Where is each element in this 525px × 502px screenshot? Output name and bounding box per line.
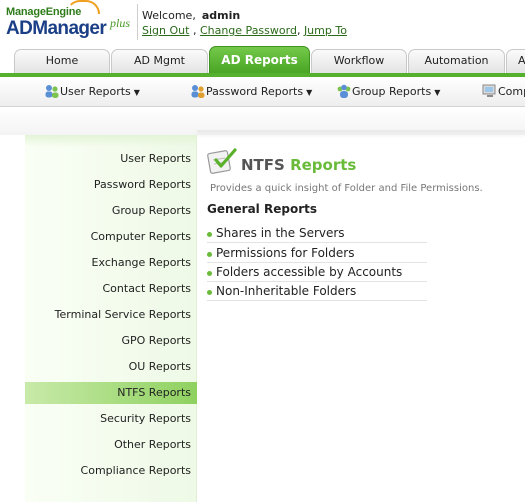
menu-item-password-reports[interactable]: Password Reports [25, 174, 191, 196]
report-check-icon [207, 148, 237, 174]
report-category-bar: User Reports ▼ Password Reports ▼ Group Re… [0, 77, 525, 107]
username: admin [201, 9, 241, 22]
bullet-icon [207, 271, 212, 276]
users-icon [45, 85, 59, 98]
header-links: Sign Out , Change Password, Jump To [142, 24, 347, 37]
menu-top-shade [25, 135, 197, 147]
report-link-folders-accessible-by-accounts[interactable]: Folders accessible by Accounts [207, 263, 427, 282]
tab-workflow[interactable]: Workflow [311, 49, 407, 73]
tab-home[interactable]: Home [14, 49, 110, 73]
bullet-icon [207, 232, 212, 237]
menu-item-ntfs-reports[interactable]: NTFS Reports [25, 382, 197, 404]
logo-product: ADManager [6, 18, 107, 39]
menu-item-group-reports[interactable]: Group Reports [25, 200, 191, 222]
menu-item-security-reports[interactable]: Security Reports [25, 408, 191, 430]
sign-out-link[interactable]: Sign Out [142, 24, 189, 37]
change-password-link[interactable]: Change Password [200, 24, 297, 37]
main-tab-bar: Home AD Mgmt AD Reports Workflow Automat… [0, 46, 525, 73]
logo-edition: plus [110, 16, 131, 30]
link-separator: , [296, 24, 301, 37]
admanager-page: ManageEngine ADManager plus Welcome, admi… [0, 0, 525, 502]
subnav-label: User Reports [60, 85, 131, 98]
menu-item-ou-reports[interactable]: OU Reports [25, 356, 191, 378]
link-separator: , [192, 24, 197, 37]
jump-to-link[interactable]: Jump To [304, 24, 347, 37]
page-title: NTFS Reports [241, 156, 356, 174]
content-top-shade [197, 130, 525, 138]
menu-item-compliance-reports[interactable]: Compliance Reports [25, 460, 191, 482]
page-title-suffix: Reports [290, 156, 357, 174]
menu-item-user-reports[interactable]: User Reports [25, 148, 191, 170]
group-icon [337, 84, 351, 98]
welcome-label: Welcome, [142, 9, 196, 22]
menu-item-terminal-service-reports[interactable]: Terminal Service Reports [25, 304, 191, 326]
report-link-label: Non-Inheritable Folders [216, 284, 357, 298]
report-link-non-inheritable-folders[interactable]: Non-Inheritable Folders [207, 282, 427, 301]
tab-ad-mgmt[interactable]: AD Mgmt [111, 49, 208, 73]
report-link-label: Permissions for Folders [216, 246, 355, 260]
page-subtitle: Provides a quick insight of Folder and F… [210, 183, 483, 194]
header-divider [137, 4, 138, 40]
menu-item-exchange-reports[interactable]: Exchange Reports [25, 252, 191, 274]
report-link-shares-in-servers[interactable]: Shares in the Servers [207, 224, 427, 243]
bullet-icon [207, 252, 212, 257]
tab-automation[interactable]: Automation [408, 49, 505, 73]
tab-overflow[interactable]: A [506, 49, 525, 73]
chevron-down-icon: ▼ [434, 88, 441, 97]
menu-item-other-reports[interactable]: Other Reports [25, 434, 191, 456]
subnav-label: Group Reports [352, 85, 432, 98]
report-link-label: Folders accessible by Accounts [216, 265, 403, 279]
app-header: ManageEngine ADManager plus Welcome, admi… [0, 0, 525, 47]
tab-ad-reports[interactable]: AD Reports [209, 46, 310, 73]
logo-arc-icon [66, 0, 100, 14]
report-category-menu: User Reports Password Reports Group Repo… [25, 135, 197, 502]
menu-item-contact-reports[interactable]: Contact Reports [25, 278, 192, 300]
subnav-label: Password Reports [206, 85, 304, 98]
bullet-icon [207, 290, 212, 295]
menu-item-gpo-reports[interactable]: GPO Reports [25, 330, 191, 352]
section-heading: General Reports [207, 202, 317, 216]
chevron-down-icon: ▼ [306, 88, 313, 97]
subnav-label: Comp [498, 85, 525, 98]
report-link-label: Shares in the Servers [216, 226, 345, 240]
report-link-permissions-for-folders[interactable]: Permissions for Folders [207, 244, 427, 263]
computer-icon [482, 84, 496, 97]
chevron-down-icon: ▼ [133, 88, 140, 97]
page-title-prefix: NTFS [241, 156, 285, 174]
password-users-icon [191, 85, 205, 98]
admanager-logo: ManageEngine ADManager plus [6, 0, 138, 42]
menu-item-computer-reports[interactable]: Computer Reports [25, 226, 191, 248]
welcome-text: Welcome, admin [142, 9, 240, 22]
